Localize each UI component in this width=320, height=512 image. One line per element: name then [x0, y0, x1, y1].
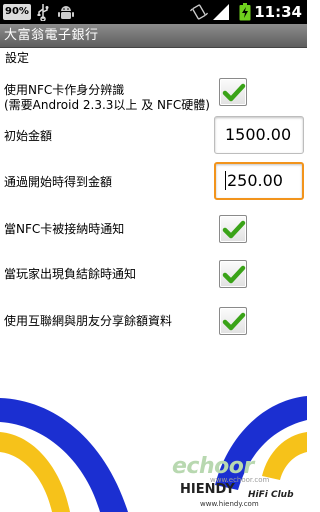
pass-go-amount-input[interactable]: 250.00 — [214, 162, 304, 200]
notify-negative-checkbox[interactable] — [219, 260, 247, 288]
checkmark-icon — [222, 83, 246, 102]
setting-label: 通過開始時得到金額 — [4, 175, 113, 189]
notify-nfc-checkbox[interactable] — [219, 215, 247, 243]
checkmark-icon — [222, 220, 246, 239]
nfc-identity-checkbox[interactable] — [219, 78, 247, 106]
watermark-hiendy: HIENDY — [180, 482, 235, 497]
title-bar: 大富翁電子銀行 — [0, 24, 307, 48]
vibrate-icon — [189, 3, 209, 25]
setting-label: 使用互聯網與朋友分享餘額資料 — [4, 314, 173, 328]
clock: 11:34 — [254, 3, 302, 21]
setting-label: 當NFC卡被接納時通知 — [4, 222, 125, 236]
section-header: 設定 — [5, 51, 30, 65]
checkmark-icon — [222, 265, 246, 284]
watermark-club: HiFi Club — [248, 490, 294, 500]
watermark-url-bottom: www.hiendy.com — [200, 500, 259, 508]
checkmark-icon — [222, 312, 246, 331]
android-debug-icon — [58, 3, 74, 25]
battery-percent: 90% — [3, 4, 31, 20]
pass-go-amount-value: 250.00 — [227, 171, 283, 190]
share-online-checkbox[interactable] — [219, 307, 247, 335]
text-cursor — [225, 171, 226, 190]
usb-icon — [36, 3, 50, 25]
battery-charging-icon — [239, 3, 251, 25]
signal-icon — [212, 3, 230, 25]
setting-sublabel: (需要Android 2.3.3以上 及 NFC硬體) — [4, 98, 210, 112]
initial-amount-input[interactable]: 1500.00 — [214, 116, 304, 154]
status-bar: 90% 11:34 — [0, 0, 307, 24]
setting-label: 當玩家出現負結餘時通知 — [4, 267, 137, 281]
setting-label: 使用NFC卡作身分辨識 — [4, 83, 125, 97]
setting-label: 初始金額 — [4, 129, 53, 143]
app-title: 大富翁電子銀行 — [4, 28, 99, 43]
initial-amount-value: 1500.00 — [225, 125, 292, 144]
